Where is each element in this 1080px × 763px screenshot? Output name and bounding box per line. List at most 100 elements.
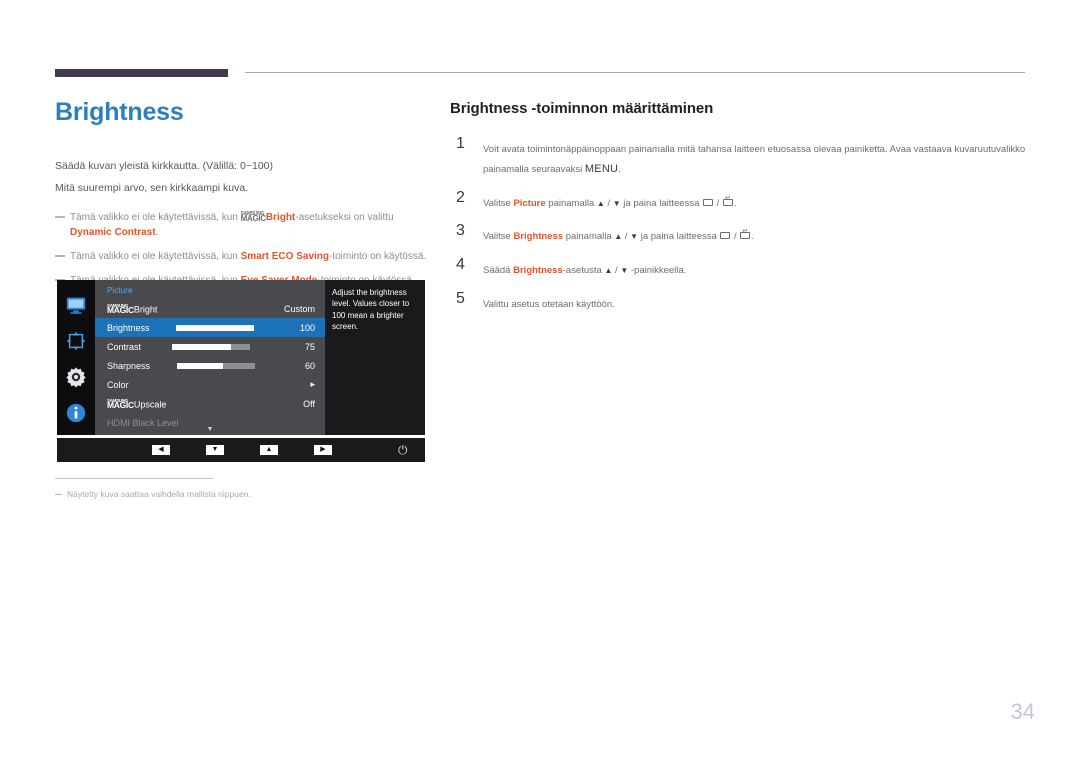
step-text-run: Voit avata toimintonäppäinoppaan painama…	[483, 144, 1026, 175]
osd-label-wrap: SAMSUNG MAGIC Bright	[107, 303, 158, 316]
info-icon[interactable]	[65, 402, 87, 424]
step-number: 1	[456, 135, 465, 152]
osd-row-value: 100	[299, 322, 315, 333]
osd-row[interactable]: Color ▸	[95, 375, 325, 394]
osd-sidebar	[57, 280, 95, 435]
osd-slider-cell	[141, 343, 281, 350]
step-highlight: Picture	[513, 197, 546, 209]
left-column: Brightness Säädä kuvan yleistä kirkkautt…	[55, 98, 430, 297]
osd-row-list: SAMSUNG MAGIC Bright Custom Brightness 100 Con…	[95, 299, 325, 432]
note-text-post: -toiminto on käytössä.	[329, 251, 427, 263]
osd-nav-button[interactable]: ▶	[314, 445, 332, 455]
osd-row-label: Color	[107, 379, 129, 390]
osd-label-wrap: Contrast	[107, 342, 141, 352]
intro-line-1: Säädä kuvan yleistä kirkkautta. (Välillä…	[55, 159, 273, 172]
osd-slider-cell	[150, 324, 281, 331]
page-root: Brightness Säädä kuvan yleistä kirkkautt…	[0, 0, 1080, 763]
step-text: Säädä Brightness-asetusta ▲ / ▼ -painikk…	[483, 265, 686, 276]
osd-row[interactable]: Contrast 75	[95, 337, 325, 356]
step-highlight: Brightness	[513, 265, 563, 277]
header-rule-line	[245, 72, 1025, 73]
step-text-run: Valitse	[483, 231, 514, 243]
monitor-icon[interactable]	[65, 294, 87, 316]
note-highlight: Smart ECO Saving	[240, 251, 329, 263]
move-arrows-icon[interactable]	[65, 330, 87, 352]
enter-key-icon	[740, 228, 751, 240]
logo-magic-text: MAGIC	[240, 214, 266, 224]
intro-line-2: Mitä suurempi arvo, sen kirkkaampi kuva.	[55, 182, 249, 195]
logo-magic-text: MAGIC	[107, 305, 134, 316]
osd-slider[interactable]	[176, 324, 255, 331]
osd-slider[interactable]	[176, 362, 255, 369]
osd-label-wrap: Sharpness	[107, 361, 150, 371]
osd-row-label: Brightness	[107, 322, 150, 333]
page-number: 34	[1010, 699, 1035, 724]
step-text-run: Valittu asetus otetaan käyttöön.	[483, 298, 615, 310]
note-item: Tämä valikko ei ole käytettävissä, kun S…	[55, 249, 430, 264]
note-text-pre: Tämä valikko ei ole käytettävissä, kun	[70, 251, 241, 263]
osd-nav-button[interactable]: ◀	[152, 445, 170, 455]
osd-row-label: Bright	[133, 304, 158, 315]
osd-category-label: Picture	[107, 286, 133, 295]
note-text-mid: -asetukseksi on valittu	[295, 212, 394, 224]
osd-row[interactable]: SAMSUNG MAGIC Bright Custom	[95, 299, 325, 318]
step-number: 4	[456, 256, 465, 274]
osd-nav-button[interactable]: ▼	[206, 445, 224, 455]
arrow-key-icon: ▲	[596, 198, 605, 208]
samsung-magic-logo: SAMSUNG MAGIC	[107, 398, 134, 411]
osd-row-value: Custom	[283, 303, 315, 314]
osd-scroll-indicator[interactable]: ▼	[95, 426, 325, 433]
step-item: 5 Valittu asetus otetaan käyttöön.	[450, 290, 1030, 314]
step-number: 5	[456, 289, 465, 307]
step-highlight: Brightness	[513, 231, 564, 243]
osd-button-group: ◀ ▼ ▲ ▶	[152, 445, 332, 455]
logo-magic-text: MAGIC	[107, 400, 134, 411]
osd-button-bar: ◀ ▼ ▲ ▶ ⏻	[57, 435, 425, 462]
osd-row[interactable]: SAMSUNG MAGIC Upscale Off	[95, 394, 325, 413]
footnote: Näytetty kuva saattaa vaihdella mallista…	[55, 488, 435, 501]
step-text-run: .	[733, 197, 737, 209]
right-column: Brightness -toiminnon määrittäminen 1 Voi…	[450, 100, 1030, 327]
power-icon[interactable]: ⏻	[398, 444, 408, 456]
step-text-run: /	[604, 197, 613, 209]
footnote-rule	[55, 478, 213, 479]
footnote-text: Näytetty kuva saattaa vaihdella mallista…	[67, 489, 251, 499]
osd-row[interactable]: Brightness 100	[95, 318, 325, 337]
osd-row-value: 75	[304, 341, 315, 352]
step-text-run: /	[622, 231, 631, 243]
footnote-dash-icon	[55, 494, 62, 495]
step-text-run: Säädä	[483, 265, 514, 277]
step-text-run: .	[751, 231, 754, 243]
osd-label-wrap: SAMSUNG MAGIC Upscale	[107, 398, 166, 411]
note-text-post: .	[155, 227, 159, 239]
osd-row-value: Off	[303, 398, 315, 409]
step-item: 3 Valitse Brightness painamalla ▲ / ▼ ja …	[450, 222, 1030, 246]
osd-slider[interactable]	[172, 343, 250, 350]
note-item: Tämä valikko ei ole käytettävissä, kun S…	[55, 210, 430, 240]
step-item: 4 Säädä Brightness-asetusta ▲ / ▼ -painik…	[450, 256, 1030, 280]
ok-key-icon	[703, 198, 714, 206]
osd-panel: Picture SAMSUNG MAGIC Bright Custom Brightne…	[95, 280, 325, 435]
menu-key-label: MENU	[584, 162, 619, 175]
step-text: Valitse Picture painamalla ▲ / ▼ ja pain…	[483, 195, 737, 209]
osd-label-wrap: Brightness	[107, 323, 150, 333]
gear-icon[interactable]	[65, 366, 87, 388]
header-accent-bar	[55, 69, 228, 77]
step-text-run: -asetusta	[562, 265, 605, 277]
step-text-run: /	[731, 231, 740, 243]
step-text-run: Valitse	[483, 197, 514, 209]
osd-slider-cell	[150, 362, 281, 369]
note-dash-icon	[55, 216, 65, 218]
osd-row-label: Sharpness	[107, 360, 151, 371]
step-text: Valittu asetus otetaan käyttöön.	[483, 299, 615, 310]
samsung-magic-logo: SAMSUNG MAGIC	[107, 303, 134, 316]
arrow-key-icon: ▼	[612, 198, 621, 208]
osd-row[interactable]: Sharpness 60	[95, 356, 325, 375]
osd-row-label: Contrast	[107, 341, 142, 352]
step-number: 2	[456, 188, 465, 206]
step-item: 1 Voit avata toimintonäppäinoppaan painam…	[450, 135, 1030, 179]
page-title: Brightness	[55, 98, 184, 126]
osd-nav-button[interactable]: ▲	[260, 445, 278, 455]
step-number: 3	[456, 222, 465, 240]
step-text-run: /	[714, 197, 722, 209]
